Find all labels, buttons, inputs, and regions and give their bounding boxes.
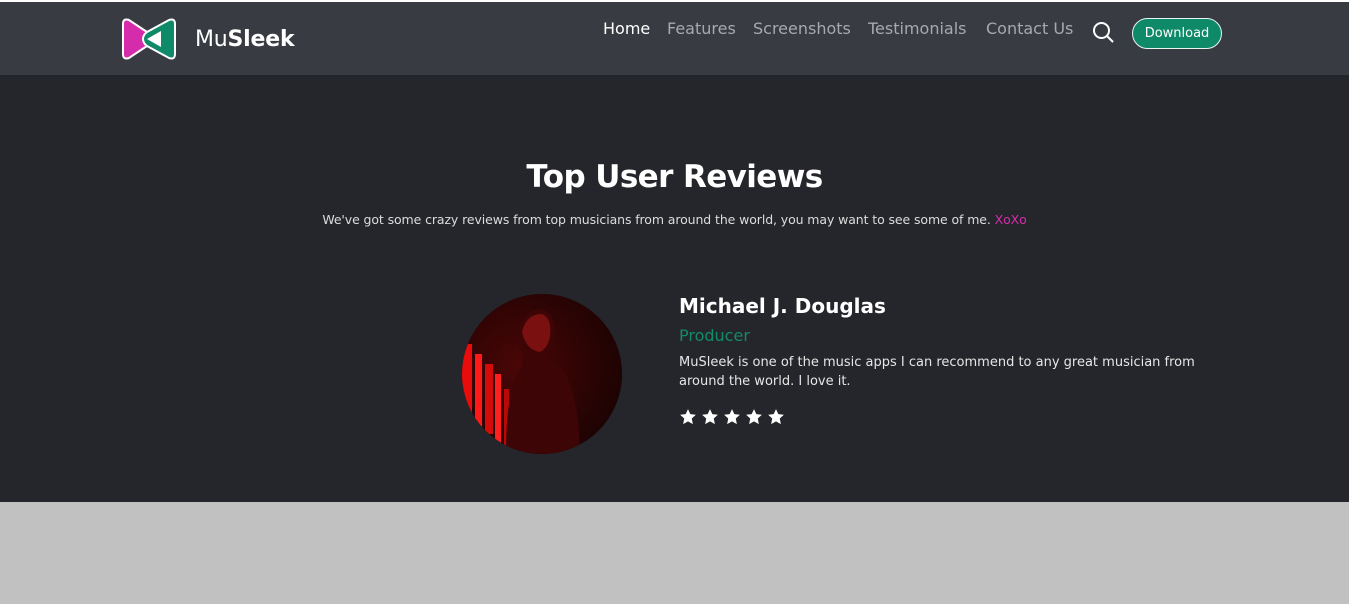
star-icon: [768, 409, 784, 425]
star-icon: [746, 409, 762, 425]
star-icon: [702, 409, 718, 425]
star-icon: [724, 409, 740, 425]
musleek-logo-icon[interactable]: [119, 16, 179, 62]
reviews-section: Top User Reviews We've got some crazy re…: [0, 75, 1349, 502]
reviewer-photo: [462, 294, 622, 454]
subtitle-text: We've got some crazy reviews from top mu…: [322, 212, 991, 227]
navbar: MuSleek Home Features Screenshots Testim…: [0, 2, 1349, 75]
nav-home[interactable]: Home: [603, 19, 650, 38]
reviewer-role: Producer: [679, 326, 750, 345]
star-icon: [680, 409, 696, 425]
review-text: MuSleek is one of the music apps I can r…: [679, 355, 1195, 389]
section-subtitle: We've got some crazy reviews from top mu…: [0, 212, 1349, 227]
brand-name[interactable]: MuSleek: [195, 27, 295, 52]
reviewer-name: Michael J. Douglas: [679, 294, 886, 318]
section-title: Top User Reviews: [526, 159, 823, 195]
reviewer-avatar: [462, 294, 622, 454]
download-button[interactable]: Download: [1132, 18, 1222, 49]
nav-testimonials[interactable]: Testimonials: [868, 19, 967, 38]
search-icon[interactable]: [1092, 21, 1114, 43]
nav-screenshots[interactable]: Screenshots: [753, 19, 851, 38]
subtitle-accent: XoXo: [994, 212, 1027, 227]
nav-contact-us[interactable]: Contact Us: [986, 19, 1073, 38]
nav-features[interactable]: Features: [667, 19, 736, 38]
